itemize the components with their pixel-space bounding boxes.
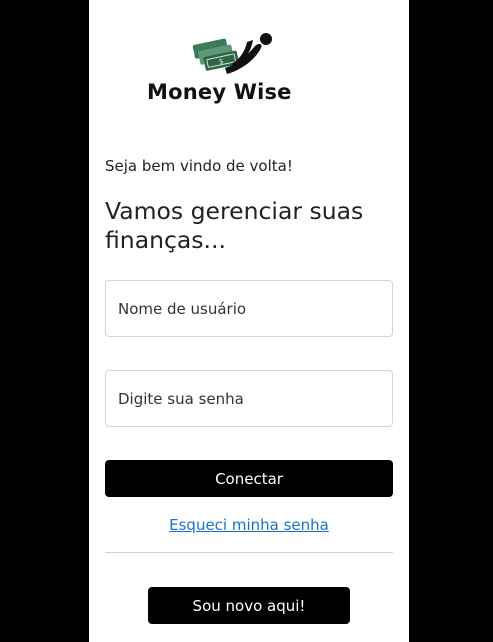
- login-panel: $ Money Wise Seja bem vindo de volta! Va…: [89, 0, 409, 642]
- page-title: Vamos gerenciar suas finanças...: [105, 197, 364, 254]
- forgot-password-link[interactable]: Esqueci minha senha: [89, 516, 409, 534]
- money-flying-person-icon: $: [192, 33, 272, 74]
- welcome-text: Seja bem vindo de volta!: [105, 157, 293, 175]
- money-wise-logo: $ Money Wise: [147, 30, 317, 106]
- username-input[interactable]: [105, 280, 393, 337]
- signup-button[interactable]: Sou novo aqui!: [148, 587, 350, 624]
- password-input[interactable]: [105, 370, 393, 427]
- logo-text: Money Wise: [147, 80, 292, 104]
- divider: [105, 552, 393, 553]
- connect-button[interactable]: Conectar: [105, 460, 393, 497]
